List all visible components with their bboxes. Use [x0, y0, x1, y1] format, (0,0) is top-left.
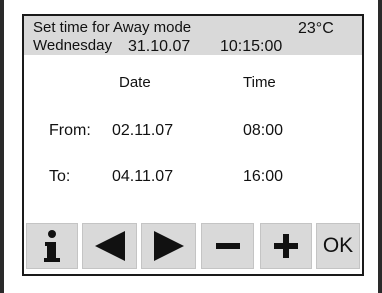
current-time: 10:15:00 — [220, 38, 283, 55]
info-icon — [42, 229, 62, 263]
previous-button[interactable] — [82, 223, 137, 269]
device-frame-left — [0, 0, 4, 293]
arrow-left-icon — [93, 229, 127, 263]
arrow-right-icon — [152, 229, 186, 263]
screen-title: Set time for Away mode — [33, 19, 192, 36]
column-header-time: Time — [243, 74, 276, 91]
next-button[interactable] — [141, 223, 196, 269]
device-frame-right — [378, 0, 382, 293]
increase-button[interactable] — [260, 223, 312, 269]
temperature-readout: 23°C — [298, 20, 334, 37]
display-screen: Set time for Away mode 23°C Wednesday 31… — [22, 14, 364, 276]
plus-icon — [272, 232, 300, 260]
current-date: 31.10.07 — [128, 38, 191, 55]
minus-icon — [214, 232, 242, 260]
column-header-date: Date — [119, 74, 151, 91]
from-date-field[interactable]: 02.11.07 — [112, 122, 173, 140]
ok-button[interactable]: OK — [316, 223, 360, 269]
from-label: From: — [49, 122, 91, 139]
info-button[interactable] — [26, 223, 78, 269]
to-time-field[interactable]: 16:00 — [243, 168, 283, 186]
to-date-field[interactable]: 04.11.07 — [112, 168, 173, 186]
ok-button-label: OK — [322, 234, 354, 257]
from-time-field[interactable]: 08:00 — [243, 122, 283, 140]
current-weekday: Wednesday — [33, 37, 112, 54]
button-toolbar: OK — [24, 220, 362, 274]
status-header: Set time for Away mode 23°C Wednesday 31… — [24, 16, 362, 55]
decrease-button[interactable] — [201, 223, 254, 269]
to-label: To: — [49, 168, 71, 185]
